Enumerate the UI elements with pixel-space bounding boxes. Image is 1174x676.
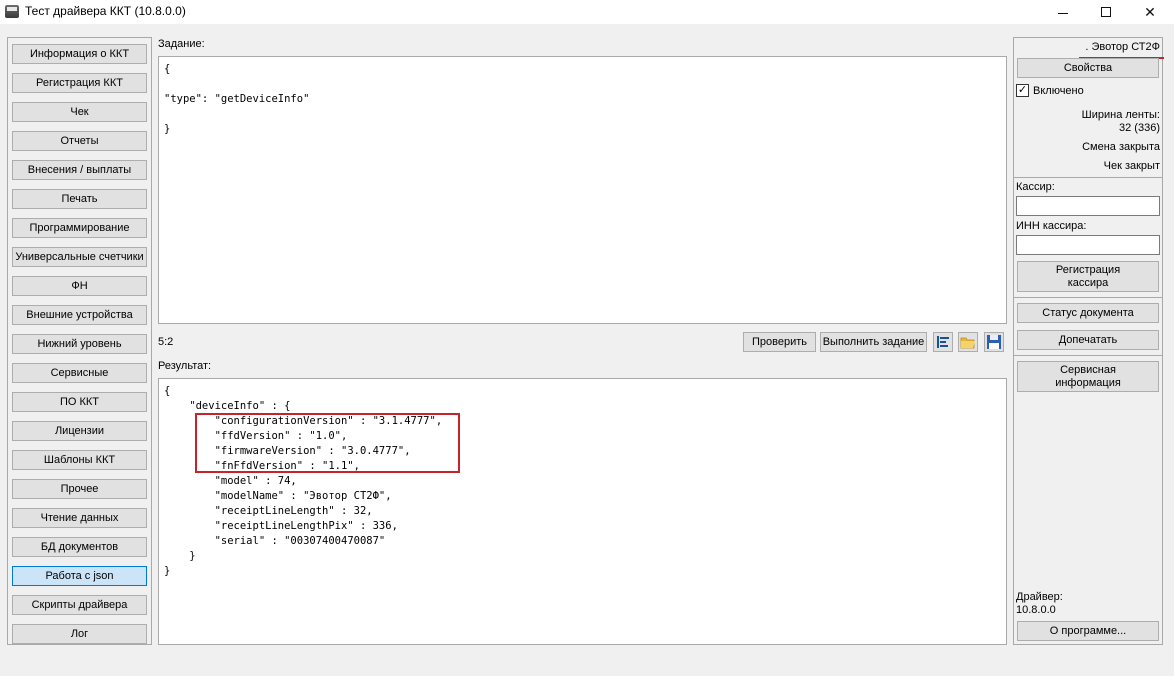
minimize-button[interactable] [1040,0,1086,24]
separator [1014,355,1162,356]
cursor-position: 5:2 [158,336,174,348]
result-line: "receiptLineLength" : 32, [164,505,373,517]
task-editor[interactable]: { "type": "getDeviceInfo" } [158,56,1007,324]
title-bar: Тест драйвера ККТ (10.8.0.0) ✕ [0,0,1174,24]
sidebar-item-log[interactable]: Лог [12,624,147,644]
enabled-label: Включено [1033,85,1084,97]
sidebar-item-counters[interactable]: Универсальные счетчики [12,247,147,267]
tape-width-value: 32 (336) [1119,122,1160,134]
format-icon [937,336,949,348]
sidebar-item-receipt[interactable]: Чек [12,102,147,122]
task-line: } [164,123,171,135]
sidebar-item-other[interactable]: Прочее [12,479,147,499]
service-info-button[interactable]: Сервисная информация [1017,361,1159,392]
register-cashier-label-line1: Регистрация [1055,264,1121,276]
sidebar-item-registration[interactable]: Регистрация ККТ [12,73,147,93]
sidebar-item-cash-in-out[interactable]: Внесения / выплаты [12,160,147,180]
maximize-icon [1101,7,1111,17]
service-info-label-line2: информация [1055,377,1121,389]
sidebar-item-low-level[interactable]: Нижний уровень [12,334,147,354]
format-button[interactable] [933,332,953,352]
close-button[interactable]: ✕ [1127,0,1173,24]
window-title: Тест драйвера ККТ (10.8.0.0) [25,4,186,18]
cashier-input[interactable] [1016,196,1160,216]
cashier-label: Кассир: [1016,181,1055,193]
sidebar-item-external-devices[interactable]: Внешние устройства [12,305,147,325]
service-info-label-line1: Сервисная [1060,364,1116,376]
sidebar-item-firmware[interactable]: ПО ККТ [12,392,147,412]
sidebar-item-templates[interactable]: Шаблоны ККТ [12,450,147,470]
app-icon [5,5,19,18]
sidebar-item-documents-db[interactable]: БД документов [12,537,147,557]
document-status-button[interactable]: Статус документа [1017,303,1159,323]
task-line: { [164,63,171,75]
sidebar-item-scripts[interactable]: Скрипты драйвера [12,595,147,615]
result-line: "deviceInfo" : { [164,400,291,412]
task-line: "type": "getDeviceInfo" [164,93,310,105]
cashier-inn-input[interactable] [1016,235,1160,255]
register-cashier-button[interactable]: Регистрация кассира [1017,261,1159,292]
sidebar: Информация о ККТ Регистрация ККТ Чек Отч… [7,37,152,645]
save-icon [987,335,1001,349]
sidebar-item-read-data[interactable]: Чтение данных [12,508,147,528]
save-button[interactable] [984,332,1004,352]
sidebar-item-reports[interactable]: Отчеты [12,131,147,151]
sidebar-item-licenses[interactable]: Лицензии [12,421,147,441]
about-button[interactable]: О программе... [1017,621,1159,641]
result-line: } [164,565,171,577]
open-folder-icon [960,337,975,349]
result-line: } [164,550,196,562]
device-name: . Эвотор СТ2Ф [1085,41,1160,53]
receipt-status: Чек закрыт [1103,160,1160,172]
sidebar-item-info[interactable]: Информация о ККТ [12,44,147,64]
version-highlight-box [195,413,460,473]
maximize-button[interactable] [1083,0,1129,24]
sidebar-item-fn[interactable]: ФН [12,276,147,296]
result-label: Результат: [158,360,212,372]
driver-version: 10.8.0.0 [1016,604,1056,616]
result-line: { [164,385,171,397]
separator [1014,177,1162,178]
separator [1014,297,1162,298]
open-button[interactable] [958,332,978,352]
driver-label: Драйвер: [1016,591,1063,603]
result-line: "model" : 74, [164,475,297,487]
tape-width-label: Ширина ленты: [1081,109,1160,121]
enabled-checkbox[interactable]: ✓ [1016,84,1029,97]
result-line: "modelName" : "Эвотор СТ2Ф", [164,490,392,502]
reprint-button[interactable]: Допечатать [1017,330,1159,350]
task-label: Задание: [158,38,205,50]
result-line: "serial" : "00307400470087" [164,535,386,547]
register-cashier-label-line2: кассира [1067,277,1109,289]
execute-task-button[interactable]: Выполнить задание [820,332,927,352]
shift-status: Смена закрыта [1082,141,1160,153]
properties-button[interactable]: Свойства [1017,58,1159,78]
cashier-inn-label: ИНН кассира: [1016,220,1087,232]
sidebar-item-print[interactable]: Печать [12,189,147,209]
minimize-icon [1058,12,1068,14]
sidebar-item-service[interactable]: Сервисные [12,363,147,383]
result-line: "receiptLineLengthPix" : 336, [164,520,398,532]
close-icon: ✕ [1144,3,1156,20]
sidebar-item-programming[interactable]: Программирование [12,218,147,238]
sidebar-item-json[interactable]: Работа с json [12,566,147,586]
check-button[interactable]: Проверить [743,332,816,352]
